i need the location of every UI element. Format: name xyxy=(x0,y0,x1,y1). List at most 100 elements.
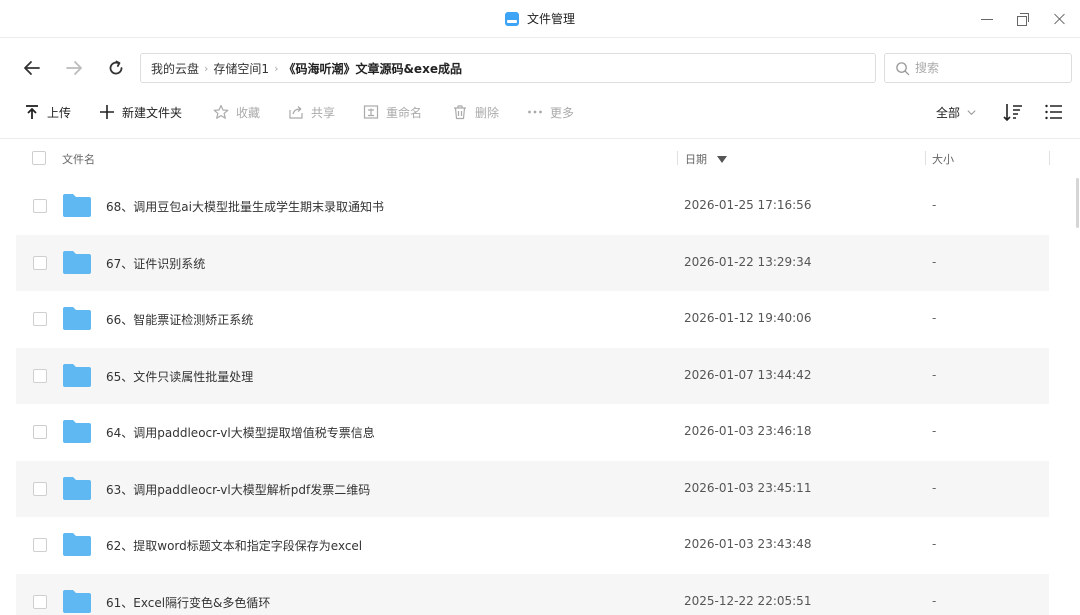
file-date: 2026-01-03 23:45:11 xyxy=(684,480,812,495)
window-controls xyxy=(980,0,1066,38)
breadcrumb[interactable]: 我的云盘 › 存储空间1 › 《码海听潮》文章源码&exe成品 xyxy=(140,53,876,83)
breadcrumb-item-current[interactable]: 《码海听潮》文章源码&exe成品 xyxy=(283,60,461,77)
favorite-button[interactable]: 收藏 xyxy=(213,98,260,126)
folder-icon xyxy=(63,250,91,274)
row-checkbox[interactable] xyxy=(33,255,47,270)
delete-label: 删除 xyxy=(475,105,500,120)
sort-descending-icon xyxy=(717,155,727,163)
file-size: - xyxy=(932,311,937,325)
row-checkbox[interactable] xyxy=(33,199,47,213)
title-bar: 文件管理 xyxy=(0,0,1080,38)
list-item[interactable]: 66、智能票证检测矫正系统 2026-01-12 19:40:06 - xyxy=(16,291,1049,348)
refresh-button[interactable] xyxy=(103,55,129,81)
more-dots-icon xyxy=(528,110,542,114)
file-name[interactable]: 67、证件识别系统 xyxy=(106,255,205,272)
share-button[interactable]: 共享 xyxy=(288,98,335,126)
list-header: 文件名 日期 大小 xyxy=(0,138,1080,178)
chevron-right-icon: › xyxy=(204,61,209,75)
breadcrumb-item-storage[interactable]: 存储空间1 xyxy=(213,60,269,77)
close-icon[interactable] xyxy=(1052,12,1066,26)
favorite-label: 收藏 xyxy=(236,105,261,120)
delete-button[interactable]: 删除 xyxy=(452,98,499,126)
navigation-bar: 我的云盘 › 存储空间1 › 《码海听潮》文章源码&exe成品 xyxy=(0,38,1080,98)
forward-button[interactable] xyxy=(61,55,87,81)
file-size: - xyxy=(932,537,937,551)
chevron-right-icon: › xyxy=(274,61,279,75)
column-header-name[interactable]: 文件名 xyxy=(62,151,95,167)
list-item[interactable]: 65、文件只读属性批量处理 2026-01-07 13:44:42 - xyxy=(16,347,1049,404)
column-divider[interactable] xyxy=(925,151,926,165)
column-header-size[interactable]: 大小 xyxy=(932,151,954,167)
file-name[interactable]: 68、调用豆包ai大模型批量生成学生期末录取通知书 xyxy=(106,198,384,215)
upload-icon xyxy=(26,105,38,119)
row-checkbox[interactable] xyxy=(33,481,47,496)
arrow-right-icon xyxy=(66,61,82,75)
folder-icon xyxy=(63,307,91,330)
row-checkbox[interactable] xyxy=(33,368,47,383)
rename-button[interactable]: 重命名 xyxy=(363,98,422,126)
list-item[interactable]: 64、调用paddleocr-vl大模型提取增值税专票信息 2026-01-03… xyxy=(16,404,1049,461)
upload-button[interactable]: 上传 xyxy=(24,98,71,126)
breadcrumb-item-cloud[interactable]: 我的云盘 xyxy=(151,60,199,77)
app-drive-icon xyxy=(504,11,519,26)
file-name[interactable]: 62、提取word标题文本和指定字段保存为excel xyxy=(106,537,362,554)
rename-icon xyxy=(363,105,379,119)
select-all-checkbox[interactable] xyxy=(32,151,46,165)
file-name[interactable]: 66、智能票证检测矫正系统 xyxy=(106,311,253,328)
toolbar: 上传 新建文件夹 收藏 共享 重命名 删除 更多 全部 xyxy=(0,98,1080,126)
sort-order-icon xyxy=(1003,104,1022,122)
file-date: 2026-01-03 23:43:48 xyxy=(684,537,812,551)
row-checkbox[interactable] xyxy=(33,425,47,439)
chevron-down-icon xyxy=(967,109,976,115)
file-manager-window: 文件管理 我的云盘 › 存储空间1 › 《码海听潮》文章源码&exe成品 搜索 … xyxy=(0,0,1080,615)
list-item[interactable]: 68、调用豆包ai大模型批量生成学生期末录取通知书 2026-01-25 17:… xyxy=(16,178,1049,235)
row-checkbox[interactable] xyxy=(33,594,47,609)
file-name[interactable]: 61、Excel隔行变色&多色循环 xyxy=(106,594,270,611)
sort-order-button[interactable] xyxy=(1003,102,1023,122)
share-label: 共享 xyxy=(311,105,336,120)
minimize-icon[interactable] xyxy=(980,12,994,26)
list-item[interactable]: 63、调用paddleocr-vl大模型解析pdf发票二维码 2026-01-0… xyxy=(16,460,1049,517)
search-box[interactable] xyxy=(884,53,1072,83)
trash-icon xyxy=(454,105,466,120)
column-divider[interactable] xyxy=(677,151,678,165)
star-icon xyxy=(213,104,229,119)
file-size: - xyxy=(932,198,937,212)
list-item[interactable]: 67、证件识别系统 2026-01-22 13:29:34 - xyxy=(16,234,1049,291)
file-date: 2025-12-22 22:05:51 xyxy=(684,593,812,608)
file-size: - xyxy=(932,254,937,269)
file-name[interactable]: 63、调用paddleocr-vl大模型解析pdf发票二维码 xyxy=(106,481,370,498)
maximize-icon[interactable] xyxy=(1016,12,1030,26)
search-icon xyxy=(896,61,910,75)
column-header-date[interactable]: 日期 xyxy=(685,151,727,167)
list-item[interactable]: 61、Excel隔行变色&多色循环 2025-12-22 22:05:51 - xyxy=(16,573,1049,615)
search-input[interactable] xyxy=(915,61,1065,75)
list-item[interactable]: 62、提取word标题文本和指定字段保存为excel 2026-01-03 23… xyxy=(16,517,1049,574)
new-folder-button[interactable]: 新建文件夹 xyxy=(99,98,182,126)
list-view-button[interactable] xyxy=(1044,102,1064,122)
filter-value: 全部 xyxy=(936,105,961,120)
share-icon xyxy=(289,106,303,119)
column-header-date-label: 日期 xyxy=(685,153,707,166)
file-size: - xyxy=(932,480,937,495)
more-label: 更多 xyxy=(550,105,575,120)
folder-icon xyxy=(63,589,91,613)
scrollbar[interactable] xyxy=(1075,178,1080,615)
column-divider[interactable] xyxy=(1049,151,1050,165)
title-wrap: 文件管理 xyxy=(504,10,575,27)
filter-select[interactable]: 全部 xyxy=(936,98,977,126)
row-checkbox[interactable] xyxy=(33,312,47,326)
file-list: 68、调用豆包ai大模型批量生成学生期末录取通知书 2026-01-25 17:… xyxy=(16,178,1049,615)
upload-label: 上传 xyxy=(47,105,72,120)
file-name[interactable]: 64、调用paddleocr-vl大模型提取增值税专票信息 xyxy=(106,424,375,441)
file-name[interactable]: 65、文件只读属性批量处理 xyxy=(106,368,253,385)
scrollbar-thumb[interactable] xyxy=(1076,178,1079,228)
row-checkbox[interactable] xyxy=(33,538,47,552)
plus-icon xyxy=(100,105,114,119)
back-button[interactable] xyxy=(19,55,45,81)
file-date: 2026-01-12 19:40:06 xyxy=(684,311,812,325)
list-view-icon xyxy=(1045,104,1062,120)
more-button[interactable]: 更多 xyxy=(527,98,574,126)
arrow-left-icon xyxy=(24,61,40,75)
folder-icon xyxy=(63,194,91,217)
